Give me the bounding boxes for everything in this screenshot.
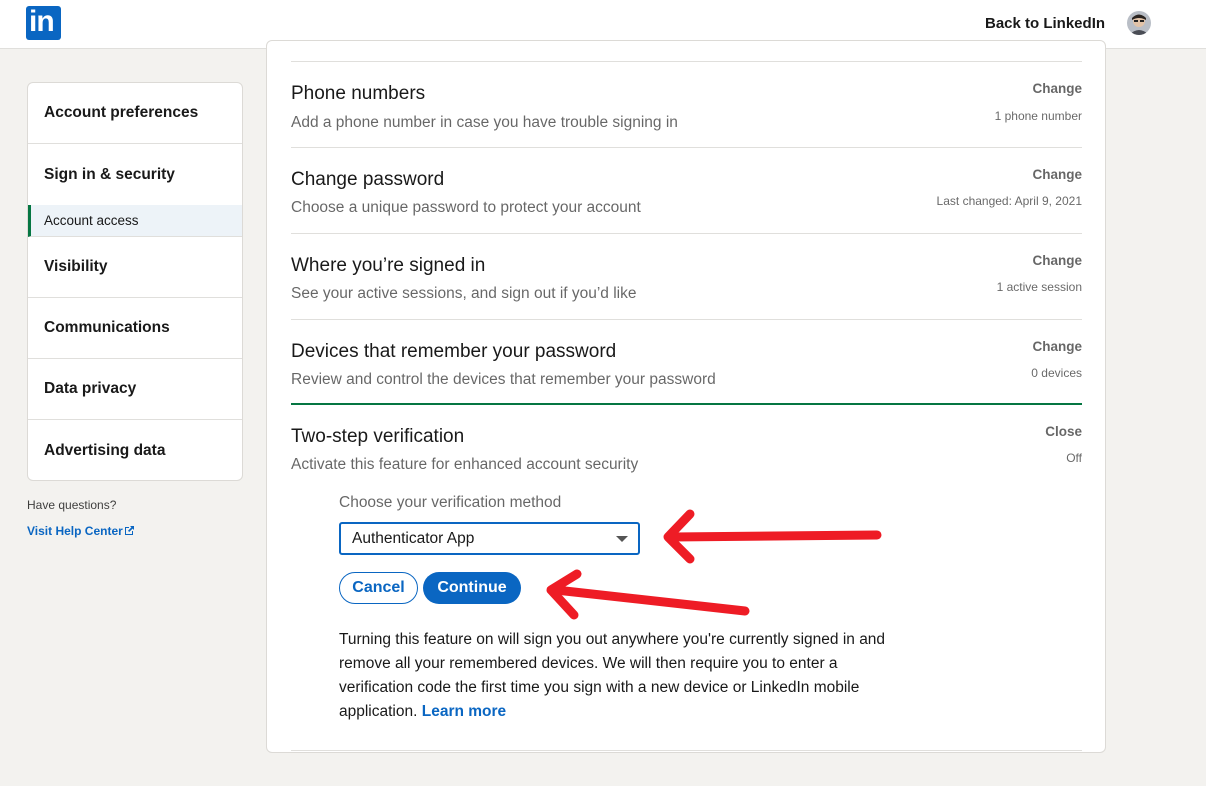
sidebar-item-account-preferences[interactable]: Account preferences [28,83,242,144]
back-to-linkedin-link[interactable]: Back to LinkedIn [985,15,1105,32]
setting-title: Devices that remember your password [291,341,617,362]
change-password-button[interactable]: Change [1032,167,1082,182]
external-link-icon [124,526,134,535]
bottom-divider [291,750,1082,751]
setting-description: Review and control the devices that reme… [291,371,716,388]
setting-description: See your active sessions, and sign out i… [291,285,637,302]
continue-button[interactable]: Continue [423,572,521,604]
sidebar-item-data-privacy[interactable]: Data privacy [28,359,242,420]
settings-panel: Phone numbers Add a phone number in case… [266,40,1106,753]
change-sessions-button[interactable]: Change [1032,253,1082,268]
questions-text: Have questions? [27,498,117,512]
setting-row-remembered-devices[interactable]: Devices that remember your password Revi… [291,319,1082,405]
setting-row-signed-in[interactable]: Where you’re signed in See your active s… [291,233,1082,319]
setting-row-change-password[interactable]: Change password Choose a unique password… [291,147,1082,233]
setting-row-phone-numbers[interactable]: Phone numbers Add a phone number in case… [291,61,1082,147]
sidebar-subitem-account-access[interactable]: Account access [28,205,242,237]
cancel-button[interactable]: Cancel [339,572,418,604]
setting-status: Last changed: April 9, 2021 [936,194,1082,208]
settings-sidebar: Account preferences Sign in & security A… [27,82,243,481]
sidebar-item-communications[interactable]: Communications [28,298,242,359]
help-center-label: Visit Help Center [27,524,123,538]
setting-description: Add a phone number in case you have trou… [291,114,678,131]
sidebar-item-advertising-data[interactable]: Advertising data [28,420,242,480]
setting-description: Activate this feature for enhanced accou… [291,456,639,473]
setting-status: 1 active session [996,280,1082,294]
setting-title: Two-step verification [291,426,465,447]
sidebar-item-visibility[interactable]: Visibility [28,237,242,298]
two-step-warning: Turning this feature on will sign you ou… [339,628,895,724]
setting-title: Where you’re signed in [291,255,486,276]
help-center-link[interactable]: Visit Help Center [27,524,135,538]
setting-status: 1 phone number [994,109,1082,123]
verification-method-select[interactable]: Authenticator App [339,522,640,555]
setting-description: Choose a unique password to protect your… [291,199,641,216]
change-devices-button[interactable]: Change [1032,339,1082,354]
linkedin-logo[interactable]: in [26,5,61,40]
caret-down-icon [616,536,628,542]
close-two-step-button[interactable]: Close [1045,424,1082,439]
change-phone-button[interactable]: Change [1032,81,1082,96]
avatar[interactable] [1127,11,1151,35]
selected-method: Authenticator App [352,530,475,547]
learn-more-link[interactable]: Learn more [422,703,506,720]
sidebar-item-sign-in-security[interactable]: Sign in & security [28,144,242,205]
setting-status: 0 devices [1031,366,1082,380]
logo-text: in [29,5,55,38]
setting-title: Change password [291,169,445,190]
avatar-image [1127,11,1151,35]
setting-status: Off [1066,451,1082,465]
setting-title: Phone numbers [291,83,426,104]
verification-method-label: Choose your verification method [339,494,562,511]
